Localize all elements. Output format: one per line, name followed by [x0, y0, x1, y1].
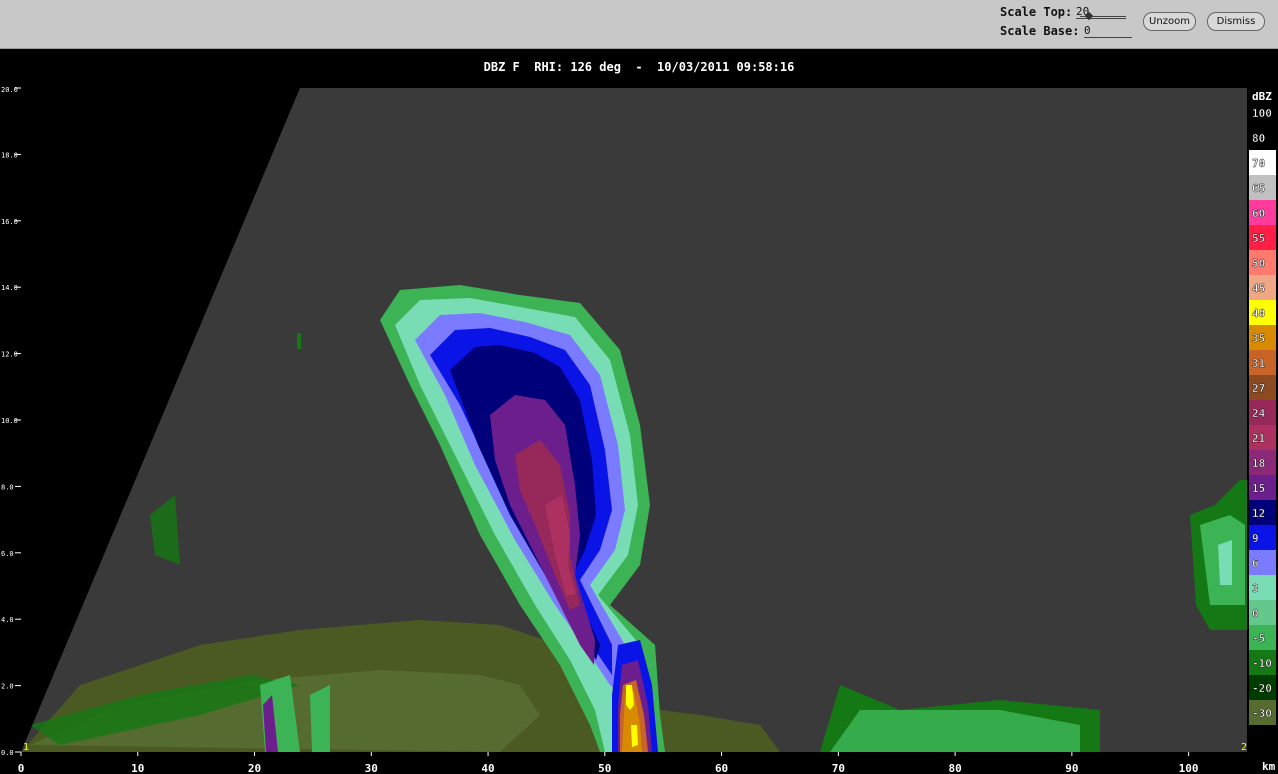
- rhi-plot: 0.0 2.0 4.0 6.0 8.0 10.0 12.0 14.0 16.0 18.0 2 0.0 …: [1, 86, 1276, 774]
- colorbar-label: 21: [1252, 432, 1266, 445]
- colorbar-label: 12: [1252, 507, 1265, 520]
- dismiss-button[interactable]: Dismiss: [1207, 12, 1265, 31]
- colorbar-label: 9: [1252, 532, 1259, 545]
- far-cell-peak: [1218, 540, 1232, 585]
- x-tick-label: 90: [1065, 762, 1078, 774]
- colorbar: dBZ1008070656055504540353127242118151296…: [1249, 90, 1276, 725]
- colorbar-label: 31: [1252, 357, 1266, 370]
- y-tick-label: 6.0: [1, 550, 14, 558]
- colorbar-label: -20: [1252, 682, 1272, 695]
- corner-marker-left: 1: [23, 742, 29, 753]
- colorbar-label: 40: [1252, 307, 1265, 320]
- scale-base-label: Scale Base:: [1000, 24, 1080, 38]
- x-tick-label: 30: [365, 762, 378, 774]
- control-bar: Scale Top: 20 Scale Base: 0 Unzoom Dismi…: [0, 0, 1278, 49]
- colorbar-label: 45: [1252, 282, 1265, 295]
- unzoom-button[interactable]: Unzoom: [1143, 12, 1196, 31]
- shaft-yellow-bottom: [631, 725, 638, 747]
- x-tick-label: 50: [598, 762, 611, 774]
- plot-title: DBZ F RHI: 126 deg - 10/03/2011 09:58:16: [483, 60, 795, 74]
- y-axis: 0.0 2.0 4.0 6.0 8.0 10.0 12.0 14.0 16.0 18.0 20.0: [1, 86, 21, 757]
- colorbar-label: 24: [1252, 407, 1266, 420]
- x-tick-label: 10: [131, 762, 144, 774]
- corner-marker-right: 2: [1241, 742, 1247, 753]
- x-unit-label: km: [1262, 760, 1276, 773]
- colorbar-label: -10: [1252, 657, 1272, 670]
- y-tick-label: 18.0: [1, 151, 18, 159]
- x-tick-label: 0: [18, 762, 25, 774]
- x-tick-label: 20: [248, 762, 261, 774]
- y-tick-label: 20.0: [1, 86, 18, 94]
- colorbar-label: 55: [1252, 232, 1265, 245]
- colorbar-label: 0: [1252, 607, 1259, 620]
- y-tick-label: 10.0: [1, 417, 18, 425]
- colorbar-label: -5: [1252, 632, 1265, 645]
- y-tick-label: 12.0: [1, 351, 18, 359]
- clutter-cell-25km: [310, 685, 330, 752]
- colorbar-label: 100: [1252, 107, 1272, 120]
- y-tick-label: 0.0: [1, 749, 14, 757]
- scale-top-label: Scale Top:: [1000, 5, 1073, 19]
- y-tick-label: 16.0: [1, 218, 18, 226]
- colorbar-label: 6: [1252, 557, 1259, 570]
- y-tick-label: 2.0: [1, 683, 14, 691]
- x-axis: 0 10 20 30 40 50 60 70 80 90 100: [18, 752, 1199, 774]
- x-tick-label: 60: [715, 762, 728, 774]
- y-tick-label: 4.0: [1, 616, 14, 624]
- colorbar-label: 50: [1252, 257, 1265, 270]
- colorbar-label: 3: [1252, 582, 1259, 595]
- colorbar-label: 27: [1252, 382, 1265, 395]
- x-tick-label: 70: [832, 762, 845, 774]
- colorbar-label: 70: [1252, 157, 1265, 170]
- colorbar-label: 80: [1252, 132, 1265, 145]
- x-tick-label: 80: [948, 762, 961, 774]
- y-tick-label: 14.0: [1, 284, 18, 292]
- colorbar-label: 60: [1252, 207, 1265, 220]
- colorbar-label: 35: [1252, 332, 1265, 345]
- y-tick-label: 8.0: [1, 483, 14, 491]
- colorbar-label: -30: [1252, 707, 1272, 720]
- colorbar-label: 65: [1252, 182, 1265, 195]
- x-tick-label: 40: [481, 762, 494, 774]
- colorbar-label: 15: [1252, 482, 1265, 495]
- scale-base-input[interactable]: 0: [1084, 24, 1132, 38]
- x-tick-label: 100: [1179, 762, 1199, 774]
- isolated-echo: [297, 333, 301, 349]
- colorbar-label: 18: [1252, 457, 1265, 470]
